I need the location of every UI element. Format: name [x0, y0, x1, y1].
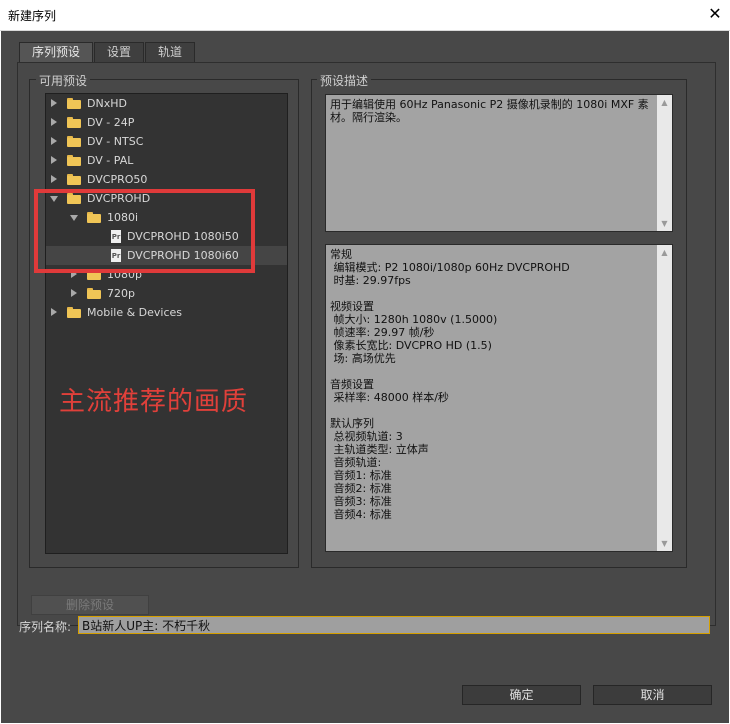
delete-preset-button[interactable]: 删除预设	[31, 595, 149, 615]
scroll-down-icon[interactable]: ▼	[657, 536, 672, 551]
details-text: 常规 编辑模式: P2 1080i/1080p 60Hz DVCPROHD 时基…	[330, 248, 570, 521]
close-icon[interactable]: ✕	[700, 0, 730, 30]
tree-item-dv-pal[interactable]: DV - PAL	[46, 151, 287, 170]
sequence-name-input[interactable]: B站新人UP主: 不朽千秋	[78, 616, 710, 634]
tree-item-label: DV - 24P	[87, 116, 135, 129]
expand-arrow-icon[interactable]	[71, 289, 77, 297]
scroll-down-icon[interactable]: ▼	[657, 216, 672, 231]
folder-icon	[67, 136, 81, 147]
tab-tracks[interactable]: 轨道	[145, 42, 195, 62]
folder-icon	[67, 307, 81, 318]
folder-icon	[67, 117, 81, 128]
annotation-text: 主流推荐的画质	[59, 387, 249, 417]
window-title: 新建序列	[8, 9, 57, 23]
cancel-button[interactable]: 取消	[593, 685, 712, 705]
tree-item-label: DVCPRO50	[87, 173, 148, 186]
description-details: 常规 编辑模式: P2 1080i/1080p 60Hz DVCPROHD 时基…	[325, 244, 673, 552]
expand-arrow-icon[interactable]	[51, 156, 57, 164]
tree-item-mobile-devices[interactable]: Mobile & Devices	[46, 303, 287, 322]
tree-item-label: 720p	[107, 287, 135, 300]
highlight-box	[34, 189, 255, 273]
folder-icon	[67, 155, 81, 166]
tree-item-dv-ntsc[interactable]: DV - NTSC	[46, 132, 287, 151]
description-summary: 用于编辑使用 60Hz Panasonic P2 摄像机录制的 1080i MX…	[325, 94, 673, 232]
folder-icon	[67, 174, 81, 185]
tree-item-label: DV - NTSC	[87, 135, 144, 148]
ok-button[interactable]: 确定	[462, 685, 581, 705]
tree-item-label: DNxHD	[87, 97, 127, 110]
tree-item-dvcpro50[interactable]: DVCPRO50	[46, 170, 287, 189]
description-group-label: 预设描述	[317, 72, 372, 89]
summary-scrollbar[interactable]: ▲ ▼	[657, 95, 672, 231]
dialog-body: 序列预设 设置 轨道 可用预设 DNxHD DV - 24P DV - NTSC…	[1, 31, 729, 723]
tree-item-720p[interactable]: 720p	[46, 284, 287, 303]
expand-arrow-icon[interactable]	[51, 137, 57, 145]
tree-item-dnxhd[interactable]: DNxHD	[46, 94, 287, 113]
expand-arrow-icon[interactable]	[51, 308, 57, 316]
scroll-up-icon[interactable]: ▲	[657, 95, 672, 110]
tree-item-label: Mobile & Devices	[87, 306, 183, 319]
expand-arrow-icon[interactable]	[51, 175, 57, 183]
expand-arrow-icon[interactable]	[51, 99, 57, 107]
scroll-up-icon[interactable]: ▲	[657, 245, 672, 260]
details-scrollbar[interactable]: ▲ ▼	[657, 245, 672, 551]
presets-group-label: 可用预设	[36, 72, 91, 89]
expand-arrow-icon[interactable]	[51, 118, 57, 126]
tab-sequence-presets[interactable]: 序列预设	[19, 42, 93, 62]
folder-icon	[87, 288, 101, 299]
sequence-name-label: 序列名称:	[19, 620, 72, 634]
summary-text: 用于编辑使用 60Hz Panasonic P2 摄像机录制的 1080i MX…	[330, 98, 649, 124]
tab-settings[interactable]: 设置	[94, 42, 144, 62]
preset-tree[interactable]: DNxHD DV - 24P DV - NTSC DV - PAL DVCPRO…	[45, 93, 288, 554]
tree-item-label: DV - PAL	[87, 154, 134, 167]
title-bar: 新建序列 ✕	[0, 0, 730, 31]
folder-icon	[67, 98, 81, 109]
tree-item-dv-24p[interactable]: DV - 24P	[46, 113, 287, 132]
